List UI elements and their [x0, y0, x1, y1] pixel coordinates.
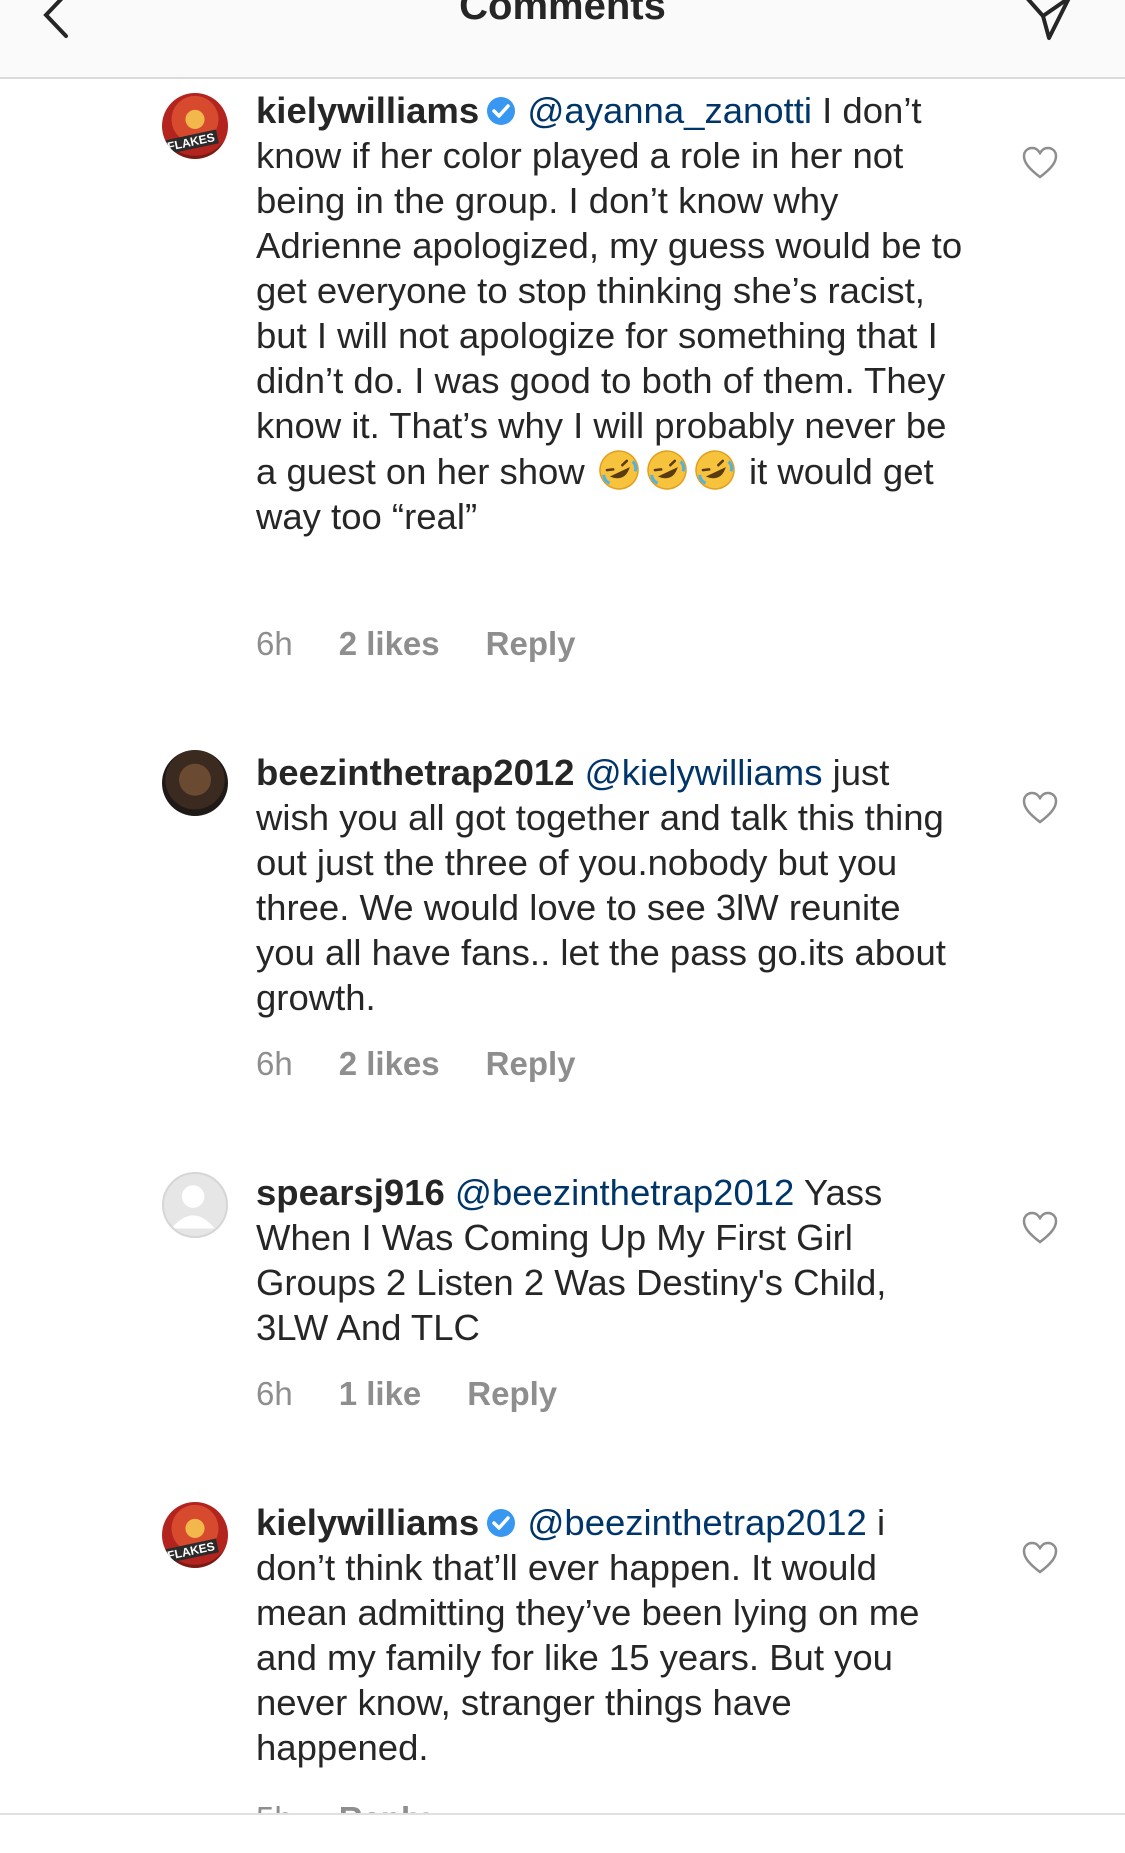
comment-meta: 6h 1 like Reply — [256, 1375, 603, 1413]
comment-meta: 6h 2 likes Reply — [256, 625, 622, 663]
avatar-sticker-text: FLAKES — [163, 1538, 219, 1564]
comments-header: Comments — [0, 0, 1125, 79]
comment-mention[interactable]: @beezinthetrap2012 — [455, 1172, 794, 1213]
comment-username[interactable]: spearsj916 — [256, 1172, 445, 1213]
avatar-sticker-text: FLAKES — [163, 129, 219, 155]
comment-body: beezinthetrap2012 @kielywilliams just wi… — [256, 750, 966, 1020]
reply-button[interactable]: Reply — [486, 625, 576, 662]
heart-icon[interactable] — [1022, 146, 1058, 180]
comment-username[interactable]: kielywilliams — [256, 90, 479, 131]
comment-username[interactable]: kielywilliams — [256, 1502, 479, 1543]
likes-count[interactable]: 1 like — [339, 1375, 422, 1412]
bottom-divider — [0, 1813, 1125, 1815]
default-avatar-silhouette — [171, 1185, 215, 1229]
comment-body: spearsj916 @beezinthetrap2012 Yass When … — [256, 1170, 966, 1350]
reply-button[interactable]: Reply — [486, 1045, 576, 1082]
comment-time: 6h — [256, 1045, 293, 1082]
page-title: Comments — [459, 0, 666, 28]
comment-time: 6h — [256, 1375, 293, 1412]
default-avatar-icon[interactable] — [162, 1172, 228, 1238]
comment-text: I don’t know if her color played a role … — [256, 90, 963, 492]
comment-mention[interactable]: @ayanna_zanotti — [527, 90, 812, 131]
rofl-emoji-icon — [647, 450, 687, 490]
heart-icon[interactable] — [1022, 1211, 1058, 1245]
reply-button[interactable]: Reply — [467, 1375, 557, 1412]
likes-count[interactable]: 2 likes — [339, 625, 440, 662]
comment-body: kielywilliams @ayanna_zanotti I don’t kn… — [256, 88, 966, 539]
comment-body: kielywilliams @beezinthetrap2012 i don’t… — [256, 1500, 966, 1770]
avatar[interactable] — [162, 750, 228, 816]
heart-icon[interactable] — [1022, 791, 1058, 825]
comment-meta: 6h 2 likes Reply — [256, 1045, 622, 1083]
comment-username[interactable]: beezinthetrap2012 — [256, 752, 574, 793]
comment-mention[interactable]: @beezinthetrap2012 — [527, 1502, 866, 1543]
comment-time: 5h — [256, 1800, 293, 1814]
reply-button[interactable]: Reply — [339, 1800, 429, 1814]
comment-time: 6h — [256, 625, 293, 662]
share-direct-icon[interactable] — [1023, 0, 1073, 42]
comment-meta-clipped: 5h Reply — [256, 1800, 429, 1814]
avatar[interactable]: FLAKES — [162, 1502, 228, 1568]
heart-icon[interactable] — [1022, 1541, 1058, 1575]
comment-mention[interactable]: @kielywilliams — [585, 752, 823, 793]
rofl-emoji-icon — [599, 450, 639, 490]
verified-badge-icon — [487, 1509, 516, 1537]
verified-badge-icon — [487, 97, 516, 125]
avatar[interactable]: FLAKES — [162, 93, 228, 159]
likes-count[interactable]: 2 likes — [339, 1045, 440, 1082]
rofl-emoji-icon — [695, 450, 735, 490]
